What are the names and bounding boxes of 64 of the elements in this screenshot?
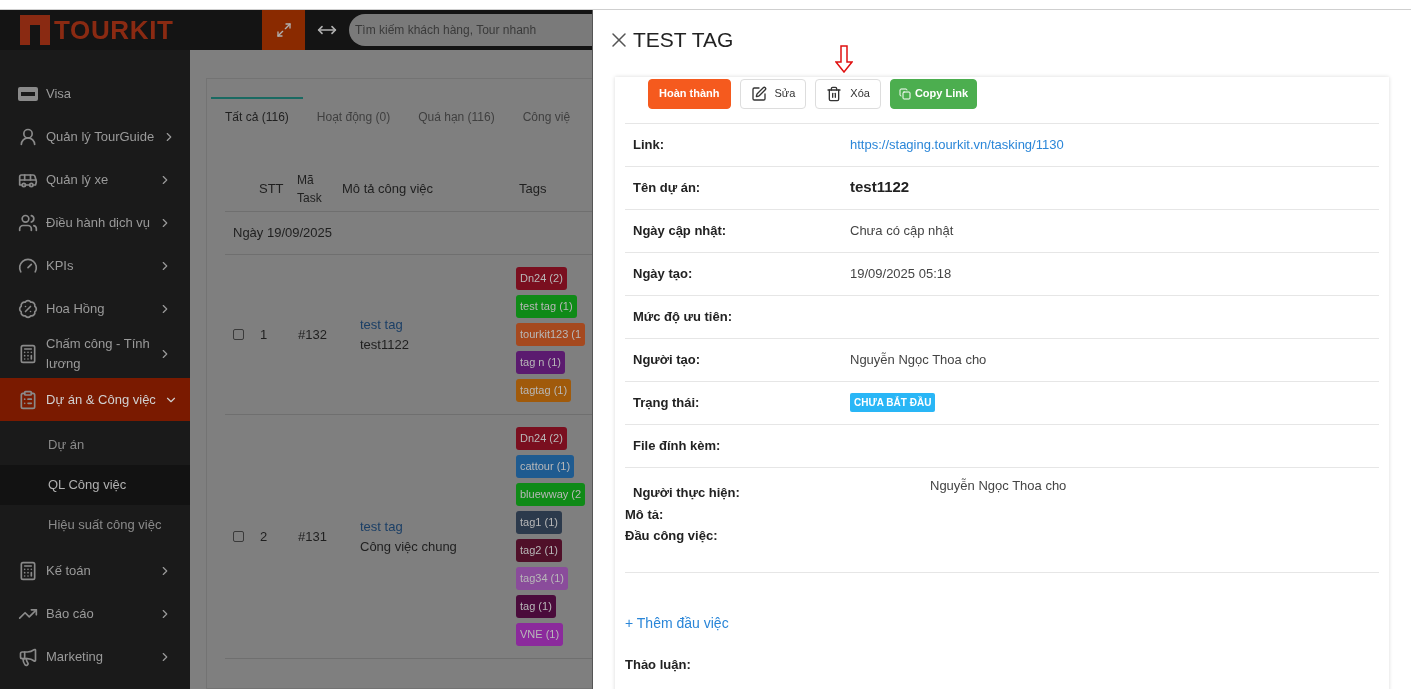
- sidebar-item[interactable]: Điều hành dịch vụ: [0, 201, 190, 244]
- sidebar-item[interactable]: Marketing: [0, 635, 190, 678]
- sidebar-item[interactable]: KPIs: [0, 244, 190, 287]
- tag-badge: test tag (1): [516, 295, 577, 318]
- tag-badge: cattour (1): [516, 455, 575, 478]
- sidebar-item[interactable]: Hoa Hồng: [0, 287, 190, 330]
- column-header: Mã Task: [297, 171, 323, 207]
- delete-button[interactable]: Xóa: [815, 78, 881, 109]
- field-value: Nguyễn Ngọc Thoa cho: [850, 350, 987, 369]
- search-field[interactable]: Tìm kiếm khách hàng, Tour nhanh: [349, 14, 592, 46]
- project-name: Công việc chung: [360, 537, 458, 556]
- column-header: Tags: [519, 179, 547, 198]
- tag-badge: tag n (1): [516, 351, 565, 374]
- field-label: Ngày cập nhật:: [632, 221, 728, 240]
- tab[interactable]: Tất cả (116): [211, 97, 303, 126]
- tag-badge: tag2 (1): [516, 539, 562, 562]
- sidebar-item[interactable]: Chấm công - Tính lương: [0, 330, 190, 378]
- add-subtask-link[interactable]: + Thêm đầu việc: [625, 612, 729, 634]
- column-header: STT: [259, 179, 285, 198]
- discussion-label: Thảo luận:: [625, 655, 692, 674]
- tag-badge: tag (1): [516, 595, 556, 618]
- sidebar-item[interactable]: Kế toán: [0, 549, 190, 592]
- submenu-item[interactable]: QL Công việc: [0, 465, 190, 505]
- field-label: Người thực hiện:: [632, 484, 741, 503]
- field-label: Link:: [632, 135, 666, 154]
- row-number: 2: [260, 527, 269, 546]
- field-label: Ngày tạo:: [632, 264, 694, 283]
- assignee-value: Nguyễn Ngọc Thoa cho: [930, 477, 1067, 496]
- field-label: File đính kèm:: [632, 436, 722, 455]
- project-name: test1122: [360, 335, 410, 354]
- submenu-item[interactable]: Dự án: [0, 425, 190, 465]
- row-number: 1: [260, 325, 269, 344]
- field-value: Chưa có cập nhật: [850, 221, 954, 240]
- sidebar-item[interactable]: Quản lý TourGuide: [0, 115, 190, 158]
- field-label: Tên dự án:: [632, 178, 702, 197]
- submenu-item[interactable]: Hiệu suất công việc: [0, 505, 190, 545]
- tag-badge: Dn24 (2): [516, 267, 567, 290]
- sidebar-item[interactable]: Dự án & Công việc: [0, 378, 190, 421]
- complete-button[interactable]: Hoàn thành: [648, 78, 731, 109]
- tag-badge: tag34 (1): [516, 567, 569, 590]
- task-code: #132: [298, 325, 328, 344]
- tag-badge: tourkit123 (1: [516, 323, 586, 346]
- link-value[interactable]: https://staging.tourkit.vn/tasking/1130: [850, 134, 1064, 155]
- tag-badge: VNE (1): [516, 623, 564, 646]
- task-code: #131: [298, 527, 328, 546]
- tag-badge: bluewway (2: [516, 483, 586, 506]
- brand-name: TOURKIT: [54, 17, 174, 43]
- edit-button[interactable]: Sửa: [739, 78, 807, 109]
- field-label: Trạng thái:: [632, 393, 701, 412]
- description-label: Mô tả:: [625, 505, 665, 524]
- field-label: Người tạo:: [632, 350, 702, 369]
- field-value: 19/09/2025 05:18: [850, 264, 952, 283]
- column-header: Mô tả công việc: [342, 179, 435, 198]
- sidebar-item[interactable]: Visa: [0, 72, 190, 115]
- tag-badge: Dn24 (2): [516, 427, 567, 450]
- sidebar-item[interactable]: Quản lý xe: [0, 158, 190, 201]
- field-label: Mức độ ưu tiên:: [632, 307, 733, 326]
- project-value: test1122: [850, 177, 910, 198]
- subtasks-label: Đầu công việc:: [625, 527, 719, 545]
- status-badge: CHƯA BẮT ĐẦU: [850, 393, 936, 412]
- tag-badge: tagtag (1): [516, 379, 572, 402]
- drawer-title: TEST TAG: [633, 27, 734, 53]
- tag-badge: tag1 (1): [516, 511, 562, 534]
- sidebar-item[interactable]: Báo cáo: [0, 592, 190, 635]
